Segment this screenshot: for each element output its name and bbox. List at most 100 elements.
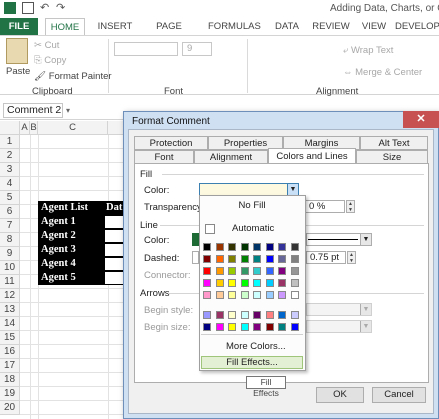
automatic-checkbox[interactable] <box>205 224 215 234</box>
color-swatch[interactable] <box>228 267 236 275</box>
color-swatch[interactable] <box>203 243 211 251</box>
color-swatch[interactable] <box>278 291 286 299</box>
end-style-arrow-icon[interactable]: ▼ <box>360 304 371 315</box>
tab-developer[interactable]: DEVELOP <box>395 18 439 35</box>
row-header[interactable]: 12 <box>0 289 20 303</box>
color-swatch[interactable] <box>203 279 211 287</box>
color-swatch[interactable] <box>240 291 249 299</box>
copy-button[interactable]: ⎘ Copy <box>34 55 66 66</box>
tab-alt-text[interactable]: Alt Text <box>360 136 428 150</box>
color-swatch[interactable] <box>240 279 249 287</box>
data-cell[interactable] <box>104 243 125 257</box>
color-swatch[interactable] <box>228 279 236 287</box>
color-swatch[interactable] <box>278 255 286 263</box>
color-swatch[interactable] <box>203 255 211 263</box>
color-swatch[interactable] <box>290 279 299 287</box>
color-swatch[interactable] <box>265 255 274 263</box>
row-header[interactable]: 6 <box>0 205 20 219</box>
row-header[interactable]: 14 <box>0 317 20 331</box>
fill-color-dropdown-arrow-icon[interactable]: ▼ <box>287 184 298 195</box>
color-swatch[interactable] <box>253 323 261 331</box>
row-header[interactable]: 8 <box>0 233 20 247</box>
data-cell[interactable] <box>104 271 125 285</box>
color-swatch[interactable] <box>265 279 274 287</box>
row-header[interactable]: 5 <box>0 191 20 205</box>
color-swatch[interactable] <box>265 291 274 299</box>
row-header[interactable]: 2 <box>0 149 20 163</box>
color-swatch[interactable] <box>265 243 274 251</box>
color-swatch[interactable] <box>265 267 274 275</box>
color-swatch[interactable] <box>278 323 286 331</box>
weight-input[interactable]: 0.75 pt <box>306 251 346 264</box>
agent-cell-3[interactable]: Agent 3 <box>38 243 104 257</box>
color-swatch[interactable] <box>215 323 224 331</box>
color-swatch[interactable] <box>215 243 224 251</box>
color-swatch[interactable] <box>290 267 299 275</box>
tab-font[interactable]: Font <box>134 150 194 164</box>
agent-cell-1[interactable]: Agent 1 <box>38 215 104 229</box>
color-swatch[interactable] <box>203 291 211 299</box>
color-swatch[interactable] <box>278 279 286 287</box>
row-header[interactable]: 17 <box>0 359 20 373</box>
line-color-swatch[interactable] <box>192 233 199 246</box>
color-swatch[interactable] <box>278 311 286 319</box>
color-swatch[interactable] <box>278 243 286 251</box>
color-swatch[interactable] <box>290 255 299 263</box>
font-size-box[interactable]: 9 <box>182 42 212 56</box>
weight-spinner-icon[interactable]: ▲ ▼ <box>347 251 356 264</box>
cancel-button[interactable]: Cancel <box>372 387 426 403</box>
color-swatch[interactable] <box>290 243 299 251</box>
row-header[interactable]: 20 <box>0 401 20 415</box>
color-swatch[interactable] <box>253 255 261 263</box>
color-swatch[interactable] <box>240 323 249 331</box>
row-header[interactable]: 16 <box>0 345 20 359</box>
merge-center-button[interactable]: ⇔ Merge & Center <box>343 67 422 78</box>
agent-cell-5[interactable]: Agent 5 <box>38 271 104 285</box>
color-swatch[interactable] <box>215 291 224 299</box>
color-swatch[interactable] <box>253 243 261 251</box>
color-swatch[interactable] <box>228 323 236 331</box>
paste-button[interactable]: Paste <box>6 66 30 77</box>
color-swatch[interactable] <box>215 255 224 263</box>
tab-protection[interactable]: Protection <box>134 136 208 150</box>
color-swatch[interactable] <box>253 279 261 287</box>
tab-size[interactable]: Size <box>356 150 428 164</box>
color-swatch[interactable] <box>203 323 211 331</box>
color-swatch[interactable] <box>265 323 274 331</box>
tab-file[interactable]: FILE <box>0 18 38 35</box>
row-header[interactable]: 1 <box>0 135 20 149</box>
cut-button[interactable]: ✂ Cut <box>34 40 59 51</box>
row-header[interactable]: 7 <box>0 219 20 233</box>
name-box[interactable]: Comment 2 <box>3 103 63 118</box>
font-name-box[interactable] <box>114 42 178 56</box>
header-agent-list[interactable]: Agent List <box>38 201 104 215</box>
color-swatch[interactable] <box>228 291 236 299</box>
agent-cell-2[interactable]: Agent 2 <box>38 229 104 243</box>
redo-icon[interactable]: ↷ <box>56 2 68 14</box>
color-swatch[interactable] <box>290 291 299 299</box>
color-swatch[interactable] <box>240 311 249 319</box>
data-cell[interactable] <box>104 257 125 271</box>
tab-colors-and-lines[interactable]: Colors and Lines <box>268 148 356 164</box>
row-header[interactable]: 18 <box>0 373 20 387</box>
row-header[interactable]: 10 <box>0 261 20 275</box>
no-fill-option[interactable]: No Fill <box>200 200 304 211</box>
color-swatch[interactable] <box>240 267 249 275</box>
ok-button[interactable]: OK <box>316 387 364 403</box>
tab-review[interactable]: REVIEW <box>310 18 352 35</box>
color-swatch[interactable] <box>203 267 211 275</box>
color-swatch[interactable] <box>240 243 249 251</box>
dashed-dropdown[interactable] <box>192 251 199 264</box>
row-header[interactable]: 3 <box>0 163 20 177</box>
wrap-text-button[interactable]: ⤶ Wrap Text <box>343 45 393 56</box>
color-swatch[interactable] <box>215 279 224 287</box>
color-swatch[interactable] <box>215 311 224 319</box>
tab-home[interactable]: HOME <box>45 18 85 35</box>
transparency-spinner-icon[interactable]: ▲ ▼ <box>346 200 355 213</box>
column-header-b[interactable]: B <box>30 121 38 135</box>
column-header-c[interactable]: C <box>38 121 108 135</box>
tab-view[interactable]: VIEW <box>358 18 390 35</box>
line-style-arrow-icon[interactable]: ▼ <box>360 234 371 245</box>
format-painter-button[interactable]: 🖌 Format Painter <box>34 71 112 82</box>
color-swatch[interactable] <box>228 243 236 251</box>
